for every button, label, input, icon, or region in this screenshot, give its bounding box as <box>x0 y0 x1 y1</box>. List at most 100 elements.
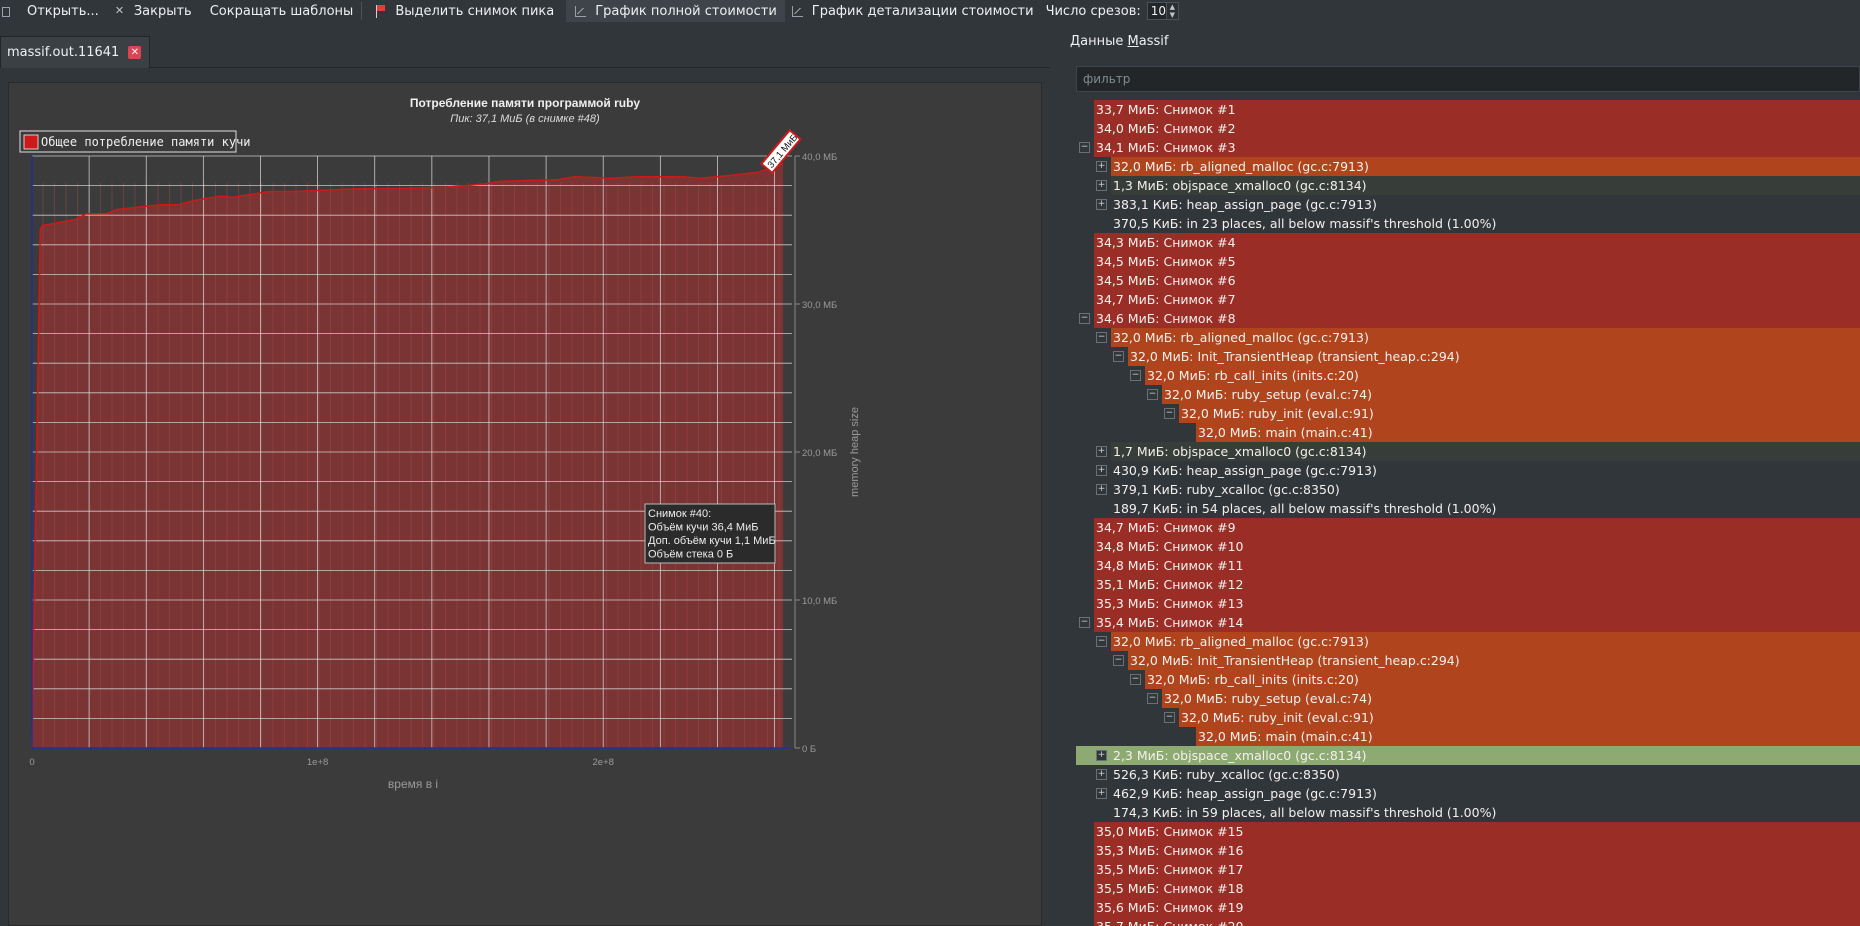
tree-row[interactable]: +462,9 КиБ: heap_assign_page (gc.c:7913) <box>1076 784 1860 803</box>
snapshot-tree[interactable]: 33,7 МиБ: Снимок #1 34,0 МиБ: Снимок #2−3… <box>1076 100 1860 926</box>
expand-icon[interactable]: + <box>1096 750 1107 761</box>
tree-row[interactable]: +1,7 МиБ: objspace_xmalloc0 (gc.c:8134) <box>1076 442 1860 461</box>
filter-input[interactable]: фильтр <box>1076 66 1860 92</box>
snapshot-row[interactable]: 34,5 МиБ: Снимок #5 <box>1076 252 1860 271</box>
snapshot-row[interactable]: 34,0 МиБ: Снимок #2 <box>1076 119 1860 138</box>
tree-row-label: 32,0 МиБ: ruby_setup (eval.c:74) <box>1164 387 1372 402</box>
snapshot-row[interactable]: 35,5 МиБ: Снимок #18 <box>1076 879 1860 898</box>
chart-subtitle: Пик: 37,1 МиБ (в снимке #48) <box>450 113 600 125</box>
snapshot-row[interactable]: 35,0 МиБ: Снимок #15 <box>1076 822 1860 841</box>
collapse-icon[interactable]: − <box>1096 332 1107 343</box>
collapse-icon[interactable]: − <box>1164 408 1175 419</box>
collapse-icon[interactable]: − <box>1147 693 1158 704</box>
spin-down-icon[interactable]: ▼ <box>1167 11 1178 19</box>
shorten-templates-button[interactable]: Сокращать шаблоны <box>204 0 360 22</box>
tree-row[interactable]: 174,3 КиБ: in 59 places, all below massi… <box>1076 803 1860 822</box>
detailed-cost-graph-button[interactable]: График детализации стоимости <box>785 0 1040 22</box>
tab-close-icon[interactable]: ✕ <box>128 46 142 59</box>
chart-title: Потребление памяти программой ruby <box>410 96 641 110</box>
memory-chart[interactable]: Потребление памяти программой ruby Пик: 3… <box>9 83 1043 926</box>
close-button[interactable]: Закрыть <box>107 0 198 22</box>
tree-row-label: 526,3 КиБ: ruby_xcalloc (gc.c:8350) <box>1113 767 1340 782</box>
tree-row[interactable]: +1,3 МиБ: objspace_xmalloc0 (gc.c:8134) <box>1076 176 1860 195</box>
tree-row[interactable]: +430,9 КиБ: heap_assign_page (gc.c:7913) <box>1076 461 1860 480</box>
slices-spinbox[interactable]: 10 <box>1146 2 1167 20</box>
open-label: Открыть... <box>27 3 99 19</box>
heap-area[interactable] <box>32 163 784 748</box>
snapshot-row[interactable]: 35,1 МиБ: Снимок #12 <box>1076 575 1860 594</box>
snapshot-row[interactable]: −34,6 МиБ: Снимок #8 <box>1076 309 1860 328</box>
snapshot-row[interactable]: 35,3 МиБ: Снимок #16 <box>1076 841 1860 860</box>
collapse-icon[interactable]: − <box>1130 674 1141 685</box>
collapse-icon[interactable]: − <box>1113 655 1124 666</box>
chart-area[interactable]: Потребление памяти программой ruby Пик: 3… <box>8 82 1042 926</box>
snapshot-row[interactable]: 34,7 МиБ: Снимок #7 <box>1076 290 1860 309</box>
expand-icon[interactable]: + <box>1096 180 1107 191</box>
tooltip-title: Снимок #40: <box>648 508 711 520</box>
spinbox-arrows[interactable]: ▲ ▼ <box>1166 2 1179 20</box>
snapshot-row[interactable]: 34,7 МиБ: Снимок #9 <box>1076 518 1860 537</box>
tree-row[interactable]: −32,0 МиБ: rb_aligned_malloc (gc.c:7913) <box>1076 328 1860 347</box>
collapse-icon[interactable]: − <box>1096 636 1107 647</box>
tree-row[interactable]: 32,0 МиБ: main (main.c:41) <box>1076 727 1860 746</box>
total-cost-graph-button[interactable]: График полной стоимости <box>566 0 785 22</box>
collapse-icon[interactable]: − <box>1079 142 1090 153</box>
tree-row[interactable]: +2,3 МиБ: objspace_xmalloc0 (gc.c:8134) <box>1076 746 1860 765</box>
snapshot-row[interactable]: 34,3 МиБ: Снимок #4 <box>1076 233 1860 252</box>
legend-swatch <box>23 134 39 150</box>
snapshot-row[interactable]: 35,6 МиБ: Снимок #19 <box>1076 898 1860 917</box>
snapshot-row[interactable]: 34,5 МиБ: Снимок #6 <box>1076 271 1860 290</box>
tree-row[interactable]: +32,0 МиБ: rb_aligned_malloc (gc.c:7913) <box>1076 157 1860 176</box>
tree-row[interactable]: 370,5 КиБ: in 23 places, all below massi… <box>1076 214 1860 233</box>
x-tick-label: 0 <box>29 757 34 768</box>
expand-icon[interactable]: + <box>1096 788 1107 799</box>
expand-icon[interactable]: + <box>1096 446 1107 457</box>
tree-row-label: 462,9 КиБ: heap_assign_page (gc.c:7913) <box>1113 786 1377 801</box>
tree-row[interactable]: −32,0 МиБ: rb_call_inits (inits.c:20) <box>1076 366 1860 385</box>
snapshot-row[interactable]: 35,5 МиБ: Снимок #17 <box>1076 860 1860 879</box>
snapshot-row[interactable]: 34,8 МиБ: Снимок #10 <box>1076 537 1860 556</box>
expand-icon[interactable]: + <box>1096 199 1107 210</box>
tree-row[interactable]: −32,0 МиБ: ruby_setup (eval.c:74) <box>1076 689 1860 708</box>
close-icon <box>113 4 127 18</box>
collapse-icon[interactable]: − <box>1164 712 1175 723</box>
tree-row[interactable]: −32,0 МиБ: Init_TransientHeap (transient… <box>1076 347 1860 366</box>
tree-row-label: 34,6 МиБ: Снимок #8 <box>1096 311 1236 326</box>
tree-row[interactable]: +379,1 КиБ: ruby_xcalloc (gc.c:8350) <box>1076 480 1860 499</box>
tree-row-label: 32,0 МиБ: rb_aligned_malloc (gc.c:7913) <box>1113 159 1369 174</box>
snapshot-row[interactable]: 35,7 МиБ: Снимок #20 <box>1076 917 1860 926</box>
collapse-icon[interactable]: − <box>1079 617 1090 628</box>
expand-icon[interactable]: + <box>1096 484 1107 495</box>
collapse-icon[interactable]: − <box>1113 351 1124 362</box>
tree-row[interactable]: 189,7 КиБ: in 54 places, all below massi… <box>1076 499 1860 518</box>
tree-row-label: 35,7 МиБ: Снимок #20 <box>1094 917 1243 926</box>
tree-row[interactable]: −32,0 МиБ: Init_TransientHeap (transient… <box>1076 651 1860 670</box>
expand-icon[interactable]: + <box>1096 465 1107 476</box>
tree-row[interactable]: 32,0 МиБ: main (main.c:41) <box>1076 423 1860 442</box>
tree-row[interactable]: −32,0 МиБ: rb_call_inits (inits.c:20) <box>1076 670 1860 689</box>
spin-up-icon[interactable]: ▲ <box>1167 3 1178 11</box>
expand-icon[interactable]: + <box>1096 161 1107 172</box>
tree-row[interactable]: −32,0 МиБ: ruby_init (eval.c:91) <box>1076 404 1860 423</box>
expand-icon[interactable]: + <box>1096 769 1107 780</box>
open-button[interactable]: Открыть... <box>0 0 105 22</box>
snapshot-row[interactable]: 33,7 МиБ: Снимок #1 <box>1076 100 1860 119</box>
snapshot-row[interactable]: −35,4 МиБ: Снимок #14 <box>1076 613 1860 632</box>
tree-row[interactable]: −32,0 МиБ: ruby_init (eval.c:91) <box>1076 708 1860 727</box>
collapse-icon[interactable]: − <box>1130 370 1141 381</box>
tree-row[interactable]: −32,0 МиБ: ruby_setup (eval.c:74) <box>1076 385 1860 404</box>
tree-row[interactable]: −32,0 МиБ: rb_aligned_malloc (gc.c:7913) <box>1076 632 1860 651</box>
tree-row-label: 35,5 МиБ: Снимок #17 <box>1096 862 1244 877</box>
tree-row[interactable]: +526,3 КиБ: ruby_xcalloc (gc.c:8350) <box>1076 765 1860 784</box>
snapshot-row[interactable]: −34,1 МиБ: Снимок #3 <box>1076 138 1860 157</box>
snapshot-row[interactable]: 34,8 МиБ: Снимок #11 <box>1076 556 1860 575</box>
tree-row-label: 32,0 МиБ: rb_call_inits (inits.c:20) <box>1147 672 1359 687</box>
tooltip-extra-heap: Доп. объём кучи 1,1 МиБ <box>648 535 776 547</box>
snapshot-row[interactable]: 35,3 МиБ: Снимок #13 <box>1076 594 1860 613</box>
highlight-peak-button[interactable]: Выделить снимок пика <box>368 0 560 22</box>
tree-row[interactable]: +383,1 КиБ: heap_assign_page (gc.c:7913) <box>1076 195 1860 214</box>
tree-row-label: 34,0 МиБ: Снимок #2 <box>1096 121 1236 136</box>
tab-massif-file[interactable]: massif.out.11641 ✕ <box>0 36 151 68</box>
collapse-icon[interactable]: − <box>1079 313 1090 324</box>
collapse-icon[interactable]: − <box>1147 389 1158 400</box>
